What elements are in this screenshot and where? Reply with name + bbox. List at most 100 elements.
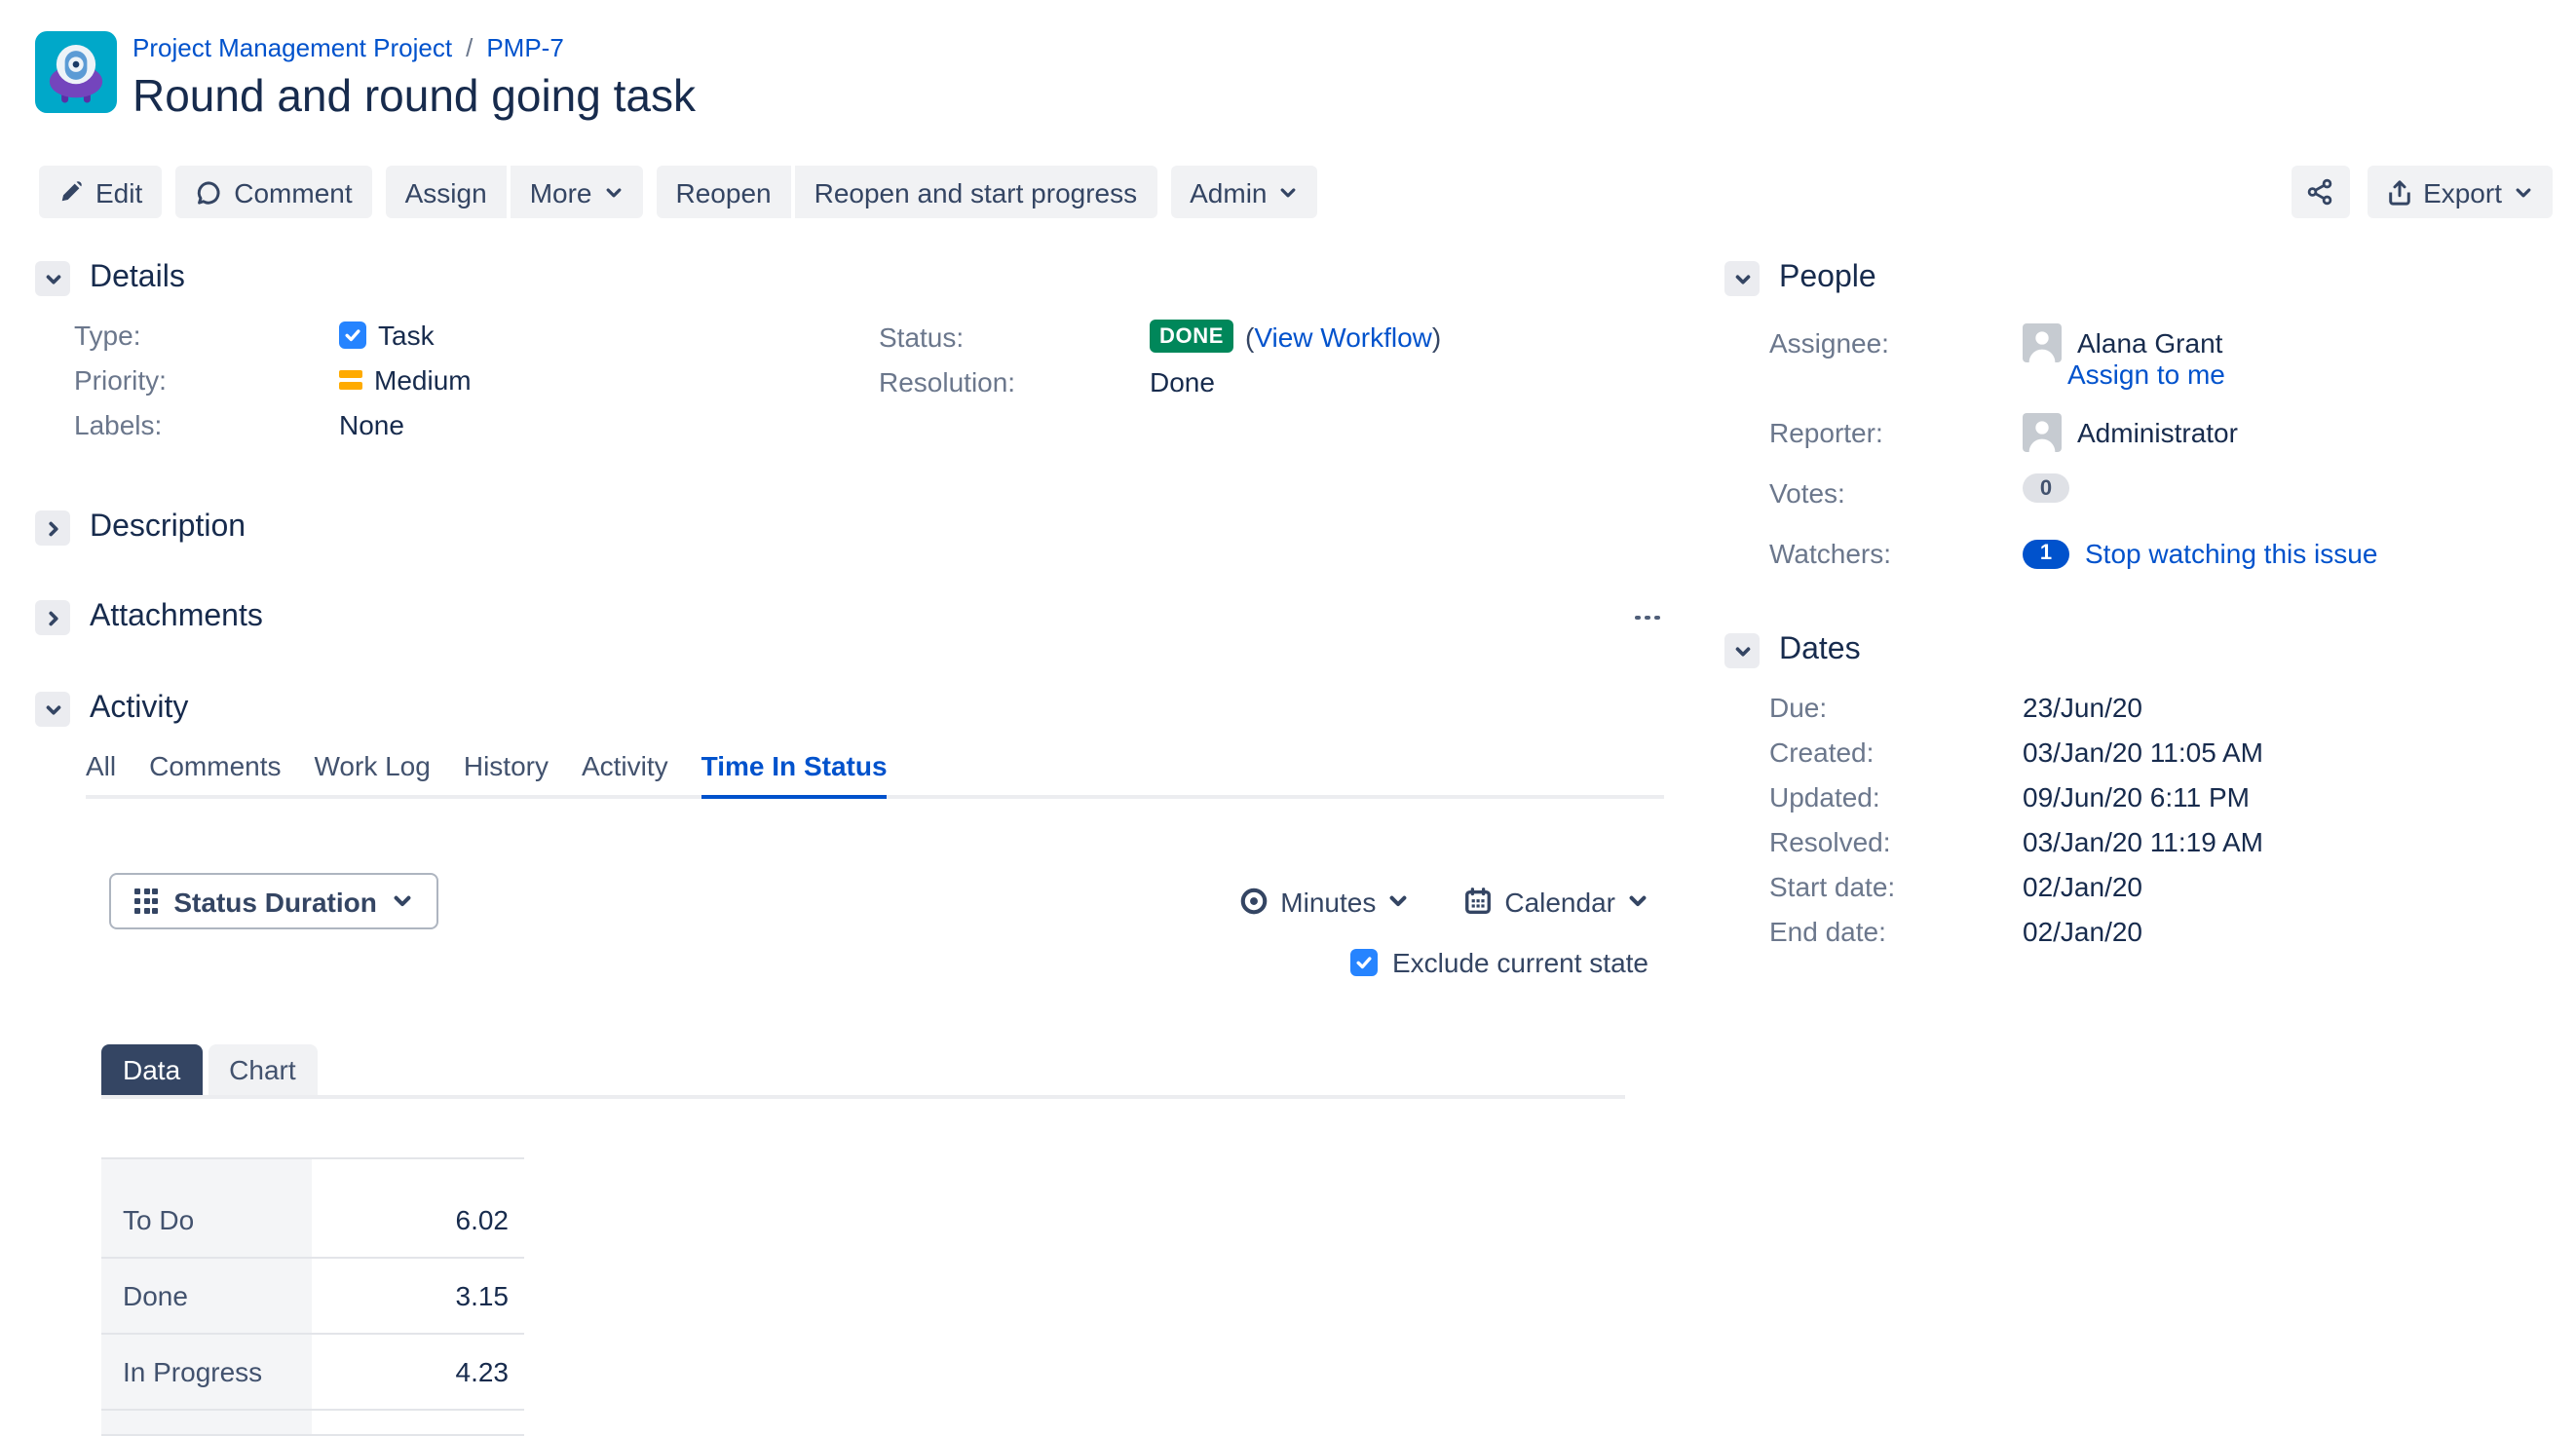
status-cell: In Progress <box>101 1335 312 1409</box>
votes-row: Votes: 0 <box>1769 473 2529 512</box>
stop-watching-link[interactable]: Stop watching this issue <box>2085 534 2377 573</box>
time-unit-icon <box>1239 887 1269 916</box>
reopen-and-start-progress-button[interactable]: Reopen and start progress <box>795 166 1157 218</box>
end-date-row: End date: 02/Jan/20 <box>1769 918 2529 947</box>
details-section: Details Type: Task <box>35 261 1664 454</box>
export-button[interactable]: Export <box>2367 166 2553 218</box>
exclude-current-state-label: Exclude current state <box>1392 947 1648 978</box>
people-section-title: People <box>1779 261 1876 296</box>
tab-history[interactable]: History <box>464 750 549 795</box>
assign-button-group: Assign More <box>386 166 643 218</box>
toolbar-left: Edit Comment Assign More <box>39 166 1318 218</box>
calendar-dropdown[interactable]: Calendar <box>1463 886 1648 917</box>
tab-time-in-status[interactable]: Time In Status <box>701 750 888 799</box>
reporter-name-link[interactable]: Administrator <box>2077 413 2238 452</box>
tab-all[interactable]: All <box>86 750 116 795</box>
unit-dropdown[interactable]: Minutes <box>1239 886 1409 917</box>
status-value: DONE (View Workflow) <box>1150 320 1441 353</box>
chevron-down-icon <box>1731 268 1753 289</box>
updated-value: 09/Jun/20 6:11 PM <box>2023 783 2250 812</box>
data-chart-tabs: Data Chart <box>101 1044 1625 1099</box>
view-workflow-link[interactable]: View Workflow <box>1254 321 1432 352</box>
reporter-value: Administrator <box>2023 413 2238 452</box>
votes-count-badge[interactable]: 0 <box>2023 473 2069 503</box>
checked-checkbox-icon <box>1351 949 1379 976</box>
details-section-title: Details <box>90 261 185 296</box>
status-field: Status: DONE (View Workflow) <box>879 320 1664 353</box>
exclude-current-state-row: Exclude current state <box>35 947 1648 978</box>
time-in-status-controls: Status Duration Minutes <box>109 873 1648 929</box>
people-fields: Assignee: Alana Grant Assign to me <box>1724 323 2529 573</box>
watchers-label: Watchers: <box>1769 534 2023 573</box>
tab-chart[interactable]: Chart <box>208 1044 317 1095</box>
activity-section-title: Activity <box>90 692 188 727</box>
exclude-current-state-checkbox[interactable]: Exclude current state <box>1351 947 1648 978</box>
main-column: Details Type: Task <box>35 261 1664 1436</box>
comment-button[interactable]: Comment <box>175 166 371 218</box>
activity-collapse-toggle[interactable] <box>35 692 70 727</box>
priority-value: Medium <box>339 364 472 396</box>
duration-cell: 4.23 <box>312 1356 524 1387</box>
resolved-date-row: Resolved: 03/Jan/20 11:19 AM <box>1769 828 2529 857</box>
resolution-label: Resolution: <box>879 366 1150 397</box>
chevron-down-icon <box>42 699 63 720</box>
reopen-button[interactable]: Reopen <box>657 166 791 218</box>
people-section: People Assignee: Alana Grant <box>1724 261 2529 573</box>
view-workflow-wrap: (View Workflow) <box>1245 321 1441 352</box>
attachments-more-options-icon[interactable] <box>1631 607 1664 627</box>
admin-button-label: Admin <box>1190 176 1267 208</box>
details-collapse-toggle[interactable] <box>35 261 70 296</box>
tab-comments[interactable]: Comments <box>149 750 281 795</box>
resolution-field: Resolution: Done <box>879 366 1664 397</box>
pencil-icon <box>58 179 84 205</box>
resolution-value: Done <box>1150 366 1215 397</box>
assign-to-me-link[interactable]: Assign to me <box>2067 359 2529 390</box>
edit-button[interactable]: Edit <box>39 166 162 218</box>
due-value: 23/Jun/20 <box>2023 694 2142 723</box>
avatar <box>2023 413 2062 452</box>
created-value: 03/Jan/20 11:05 AM <box>2023 738 2263 768</box>
share-button[interactable] <box>2291 166 2349 218</box>
attachments-section-title: Attachments <box>90 600 263 635</box>
admin-button[interactable]: Admin <box>1170 166 1317 218</box>
table-row: To Do 6.02 <box>101 1183 524 1259</box>
time-in-status-right-controls: Minutes <box>1239 886 1648 917</box>
people-collapse-toggle[interactable] <box>1724 261 1760 296</box>
attachments-expand-toggle[interactable] <box>35 600 70 635</box>
activity-section-header: Activity <box>35 692 1664 727</box>
description-section-title: Description <box>90 510 246 546</box>
comment-button-label: Comment <box>234 176 352 208</box>
tab-data[interactable]: Data <box>101 1044 202 1095</box>
assignee-name-link[interactable]: Alana Grant <box>2077 323 2222 362</box>
watchers-row: Watchers: 1 Stop watching this issue <box>1769 534 2529 573</box>
assignee-value: Alana Grant <box>2023 323 2222 362</box>
watchers-count-badge[interactable]: 1 <box>2023 539 2069 568</box>
chevron-down-icon <box>1279 182 1299 202</box>
dates-fields: Due: 23/Jun/20 Created: 03/Jan/20 11:05 … <box>1724 694 2529 947</box>
calendar-icon <box>1463 887 1493 916</box>
type-field: Type: Task <box>74 320 840 351</box>
breadcrumb-project-link[interactable]: Project Management Project <box>133 31 452 64</box>
assign-button[interactable]: Assign <box>386 166 507 218</box>
tab-work-log[interactable]: Work Log <box>315 750 431 795</box>
status-label: Status: <box>879 321 1150 352</box>
dates-collapse-toggle[interactable] <box>1724 633 1760 668</box>
comment-icon <box>195 178 222 206</box>
export-button-label: Export <box>2423 176 2502 208</box>
tab-activity[interactable]: Activity <box>582 750 668 795</box>
more-button-label: More <box>530 176 592 208</box>
table-spacer-row <box>101 1411 524 1434</box>
labels-label: Labels: <box>74 409 339 440</box>
end-date-label: End date: <box>1769 918 2023 947</box>
description-expand-toggle[interactable] <box>35 510 70 546</box>
dates-section: Dates Due: 23/Jun/20 Created: 03/Jan/20 … <box>1724 633 2529 947</box>
reporter-row: Reporter: Administrator <box>1769 413 2529 452</box>
project-avatar[interactable] <box>35 31 117 113</box>
toolbar-right: Export <box>2291 166 2553 218</box>
more-button[interactable]: More <box>511 166 643 218</box>
breadcrumb-issue-key-link[interactable]: PMP-7 <box>486 31 563 64</box>
chevron-right-icon <box>42 607 63 628</box>
status-duration-dropdown[interactable]: Status Duration <box>109 873 439 929</box>
status-badge: DONE <box>1150 320 1233 353</box>
calendar-dropdown-label: Calendar <box>1504 886 1615 917</box>
